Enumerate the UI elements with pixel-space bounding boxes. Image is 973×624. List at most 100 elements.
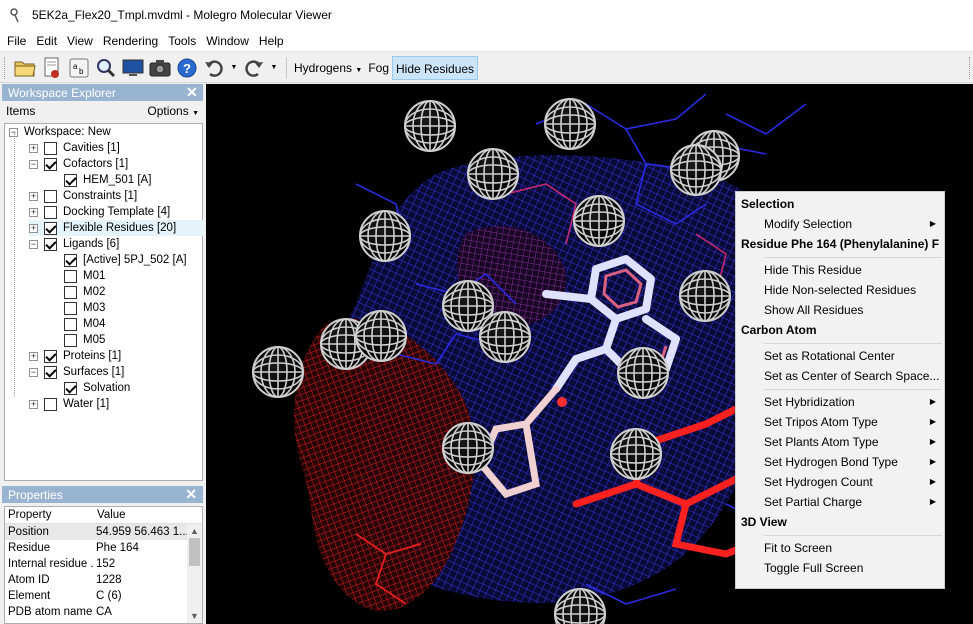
menu-window[interactable]: Window — [201, 30, 254, 52]
tree-item-checkbox[interactable] — [64, 333, 77, 347]
undo-dropdown[interactable]: ▼ — [229, 56, 239, 80]
context-menu-item[interactable]: Set as Rotational Center — [736, 346, 944, 366]
property-row[interactable]: Atom ID 1228 — [5, 572, 202, 588]
tree-item-checkbox[interactable] — [44, 397, 57, 411]
help-button[interactable]: ? — [175, 56, 199, 80]
tree-item-checkbox[interactable] — [44, 205, 57, 219]
undo-button[interactable] — [202, 56, 226, 80]
workspace-tree[interactable]: − Workspace: New + Cavities [1] − Cofactors [… — [4, 123, 203, 481]
property-row[interactable]: Position 54.959 56.463 1... — [5, 524, 202, 540]
tree-item-checkbox[interactable] — [64, 285, 77, 299]
tree-item[interactable]: M01 — [49, 268, 105, 284]
menu-rendering[interactable]: Rendering — [98, 30, 163, 52]
tree-item-checkbox[interactable] — [44, 157, 57, 171]
tree-item[interactable]: − Cofactors [1] — [29, 156, 128, 172]
expand-icon[interactable]: + — [29, 223, 38, 233]
tree-item[interactable]: − Workspace: New — [9, 124, 111, 140]
context-menu-item[interactable]: Hide Non-selected Residues — [736, 280, 944, 300]
expand-icon[interactable]: + — [29, 143, 38, 153]
tree-item[interactable]: + Docking Template [4] — [29, 204, 170, 220]
property-row[interactable]: Element C (6) — [5, 588, 202, 604]
context-menu-item[interactable]: Set as Center of Search Space... — [736, 366, 944, 386]
scrollbar-thumb[interactable] — [189, 538, 200, 566]
tree-item[interactable]: + Flexible Residues [20] — [29, 220, 203, 236]
context-menu-item[interactable]: Show All Residues — [736, 300, 944, 320]
scroll-up-icon[interactable]: ▲ — [187, 524, 202, 538]
tree-item[interactable]: + Constraints [1] — [29, 188, 137, 204]
tree-item[interactable]: M02 — [49, 284, 105, 300]
import-molecule-button[interactable] — [40, 56, 64, 80]
fog-button[interactable]: Fog — [365, 56, 392, 80]
expand-icon[interactable]: + — [29, 399, 38, 409]
hide-residues-button[interactable]: Hide Residues — [392, 55, 479, 80]
tree-item-checkbox[interactable] — [64, 301, 77, 315]
context-menu-item[interactable]: Modify Selection ▶ — [736, 214, 944, 234]
context-menu-item[interactable]: Set Hydrogen Count ▶ — [736, 472, 944, 492]
menu-tools[interactable]: Tools — [163, 30, 201, 52]
screenshot-button[interactable] — [121, 56, 145, 80]
toolbar-end-grip — [969, 57, 971, 79]
menu-view[interactable]: View — [62, 30, 98, 52]
tree-item[interactable]: − Surfaces [1] — [29, 364, 124, 380]
property-row[interactable]: Residue Phe 164 — [5, 540, 202, 556]
tree-item-checkbox[interactable] — [64, 381, 77, 395]
tree-item-checkbox[interactable] — [44, 237, 57, 251]
tree-item-checkbox[interactable] — [44, 189, 57, 203]
scroll-down-icon[interactable]: ▼ — [187, 609, 202, 623]
tree-item[interactable]: + Cavities [1] — [29, 140, 120, 156]
context-menu-item[interactable]: Set Hybridization ▶ — [736, 392, 944, 412]
tree-item[interactable]: + Proteins [1] — [29, 348, 121, 364]
tree-item[interactable]: HEM_501 [A] — [49, 172, 151, 188]
context-menu-item[interactable]: Set Partial Charge ▶ — [736, 492, 944, 512]
menu-item-label: Set as Center of Search Space... — [764, 369, 940, 383]
redo-dropdown[interactable]: ▼ — [269, 56, 279, 80]
tree-item[interactable]: Solvation — [49, 380, 130, 396]
tree-item[interactable]: M03 — [49, 300, 105, 316]
hydrogens-dropdown[interactable]: Hydrogens ▼ — [291, 56, 365, 80]
menu-section-header: Residue Phe 164 (Phenylalanine) F — [736, 234, 944, 254]
tree-item-checkbox[interactable] — [44, 221, 57, 235]
property-row[interactable]: Internal residue ... 152 — [5, 556, 202, 572]
tree-item[interactable]: [Active] 5PJ_502 [A] — [49, 252, 187, 268]
tree-item[interactable]: M05 — [49, 332, 105, 348]
tree-item-checkbox[interactable] — [64, 269, 77, 283]
context-menu-item[interactable]: Hide This Residue — [736, 260, 944, 280]
options-dropdown[interactable]: Options ▼ — [147, 104, 199, 118]
context-menu-item[interactable]: Set Hydrogen Bond Type ▶ — [736, 452, 944, 472]
zoom-button[interactable] — [94, 56, 118, 80]
tree-item-checkbox[interactable] — [44, 349, 57, 363]
tree-item-label: Surfaces [1] — [63, 366, 125, 378]
expand-icon[interactable]: + — [29, 191, 38, 201]
expand-icon[interactable]: + — [29, 207, 38, 217]
labels-button[interactable]: ab — [67, 56, 91, 80]
context-menu-item[interactable]: Set Plants Atom Type ▶ — [736, 432, 944, 452]
close-icon[interactable]: ✕ — [185, 486, 197, 503]
menu-file[interactable]: File — [2, 30, 31, 52]
context-menu-item[interactable]: Set Tripos Atom Type ▶ — [736, 412, 944, 432]
column-header-property[interactable]: Property — [5, 507, 94, 523]
properties-scrollbar[interactable]: ▲ ▼ — [187, 524, 202, 623]
tree-item[interactable]: M04 — [49, 316, 105, 332]
context-menu-item[interactable]: Toggle Full Screen — [736, 558, 944, 578]
close-icon[interactable]: ✕ — [186, 84, 198, 101]
tree-item-checkbox[interactable] — [64, 253, 77, 267]
tree-item-checkbox[interactable] — [64, 317, 77, 331]
collapse-icon[interactable]: − — [29, 239, 38, 249]
open-folder-button[interactable] — [13, 56, 37, 80]
column-header-value[interactable]: Value — [94, 507, 189, 523]
redo-button[interactable] — [242, 56, 266, 80]
tree-item-checkbox[interactable] — [64, 173, 77, 187]
menu-help[interactable]: Help — [254, 30, 289, 52]
tree-item[interactable]: − Ligands [6] — [29, 236, 119, 252]
expand-icon[interactable]: + — [29, 351, 38, 361]
context-menu-item[interactable]: Fit to Screen — [736, 538, 944, 558]
property-row[interactable]: PDB atom name CA — [5, 604, 202, 620]
toolbar-grip[interactable] — [4, 56, 7, 79]
camera-button[interactable] — [148, 56, 172, 80]
tree-item-checkbox[interactable] — [44, 141, 57, 155]
collapse-icon[interactable]: − — [29, 159, 38, 169]
tree-item-checkbox[interactable] — [44, 365, 57, 379]
menu-edit[interactable]: Edit — [31, 30, 62, 52]
tree-item[interactable]: + Water [1] — [29, 396, 109, 412]
collapse-icon[interactable]: − — [29, 367, 38, 377]
